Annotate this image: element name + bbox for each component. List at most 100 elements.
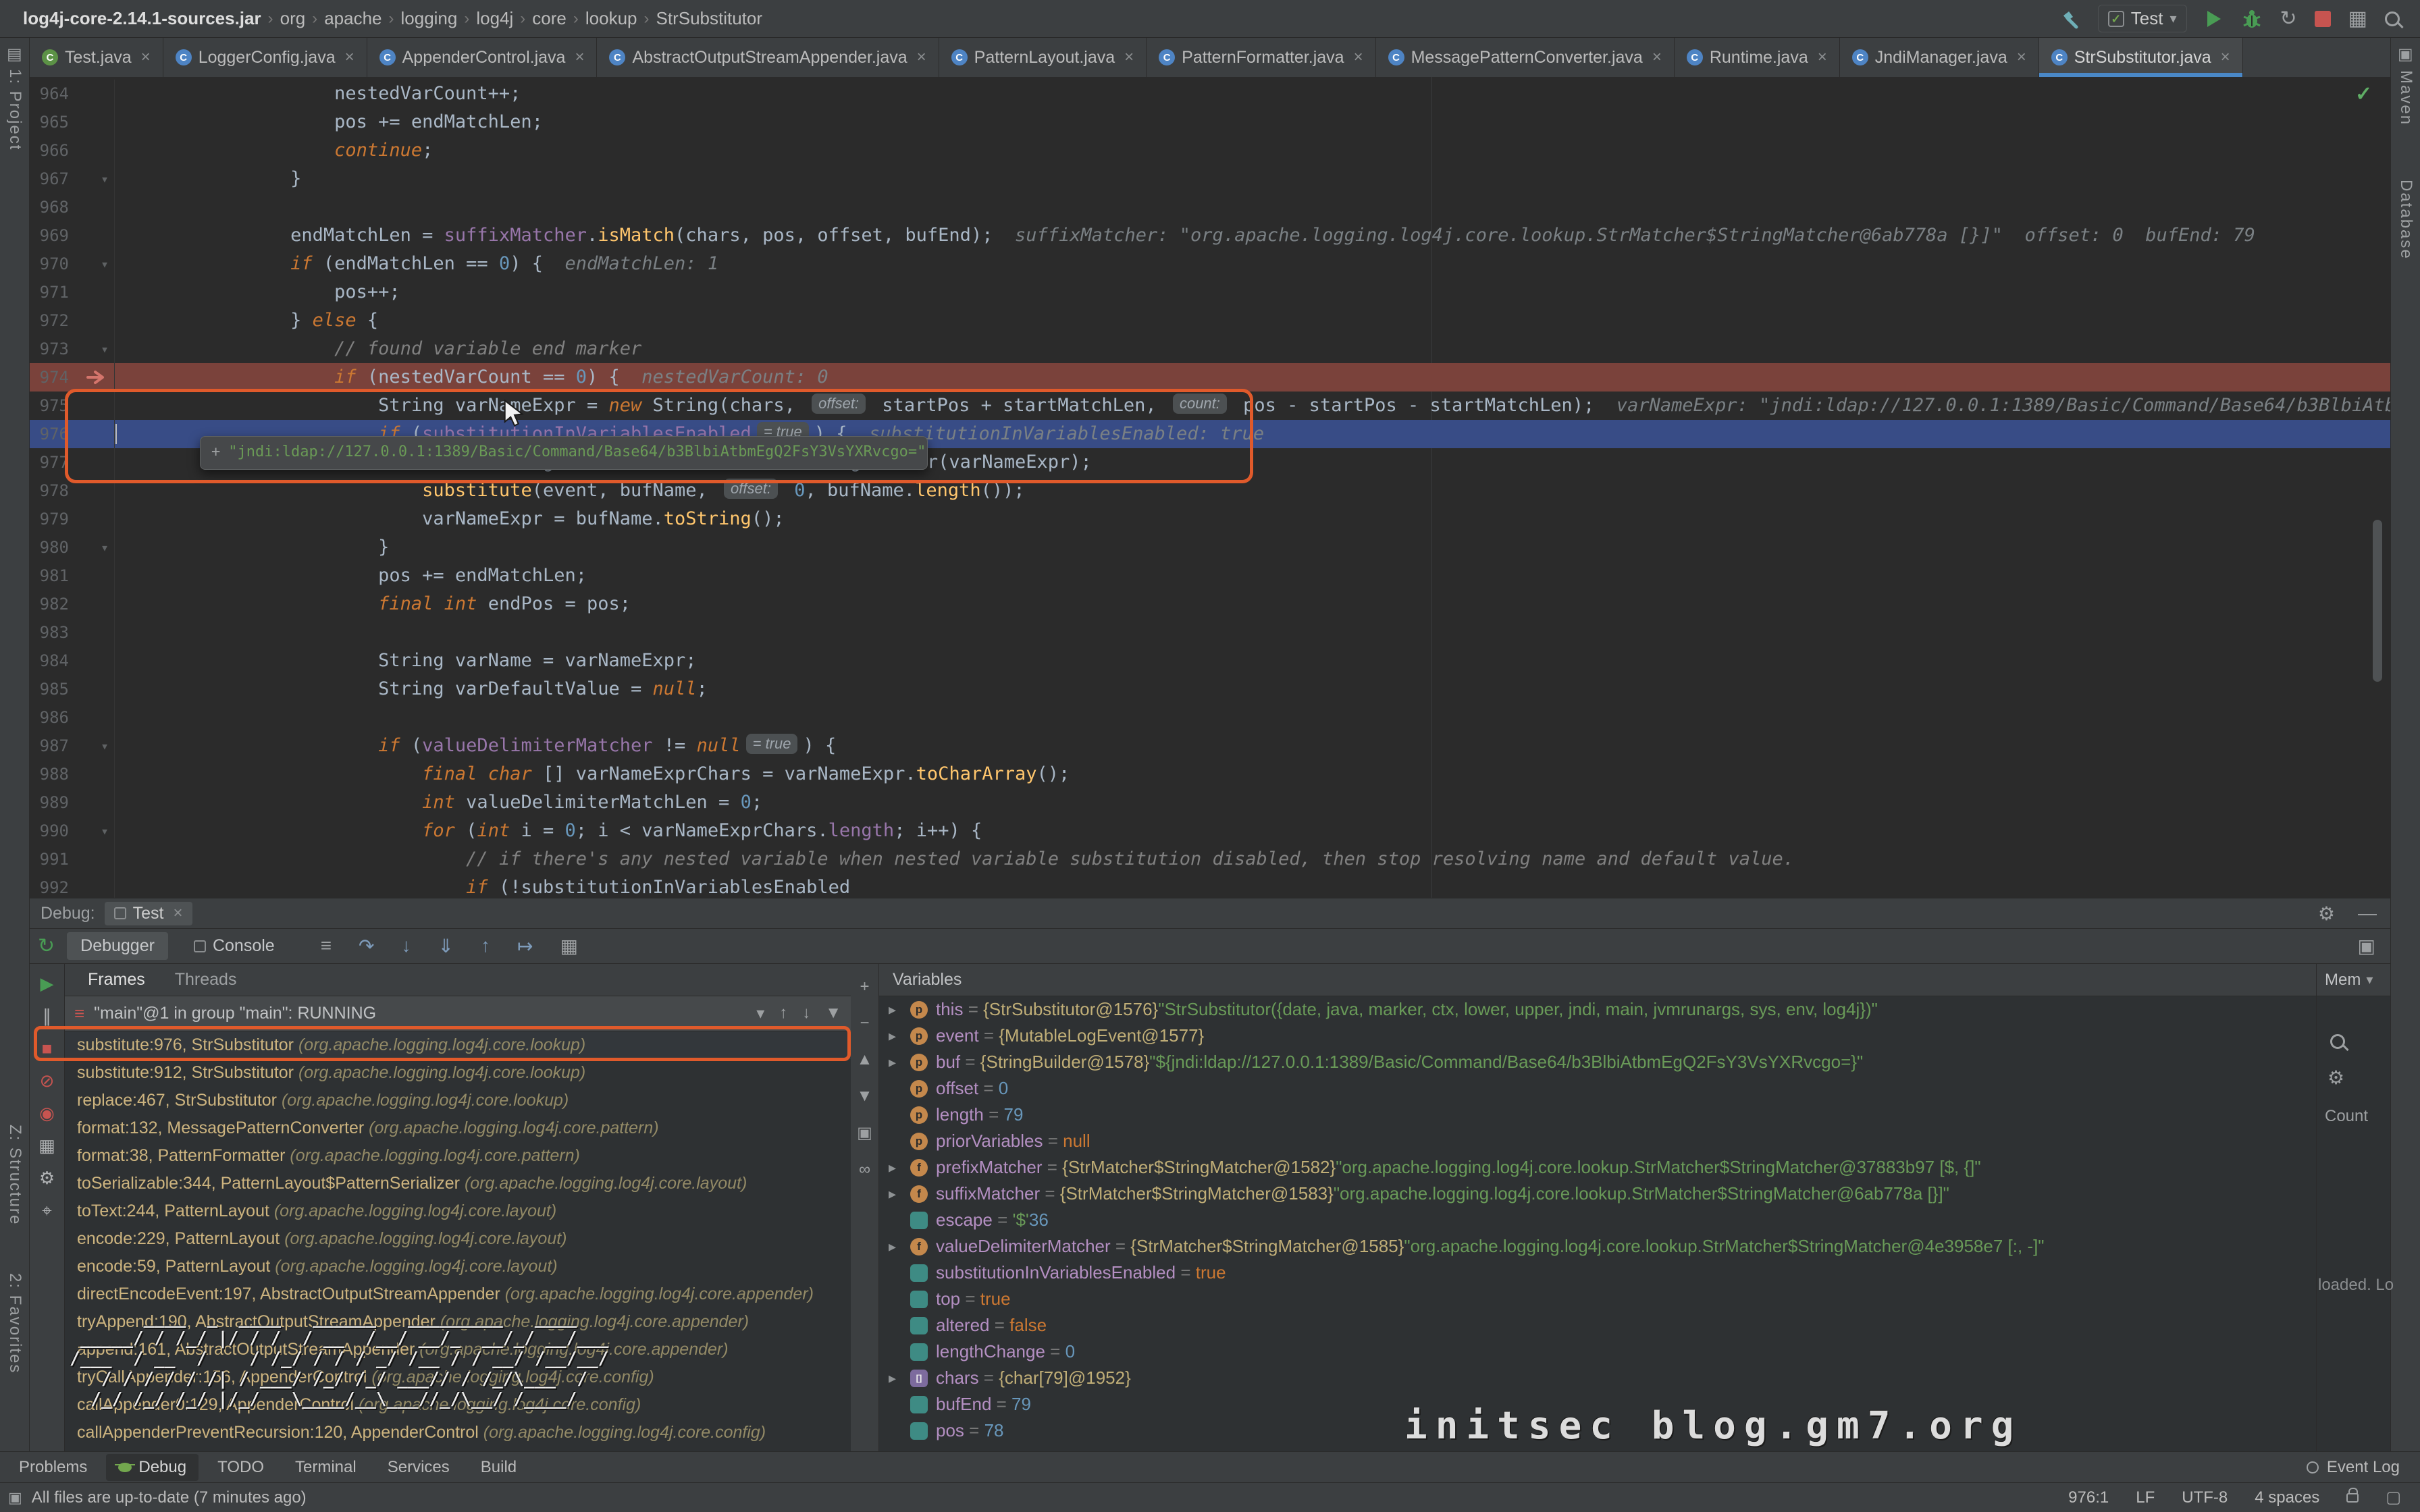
line-number[interactable]: 991 <box>30 845 73 873</box>
step-out-icon[interactable]: ↑ <box>481 935 490 957</box>
gutter[interactable] <box>73 80 115 108</box>
thread-dump-button[interactable]: ▦ <box>38 1137 55 1154</box>
toolwindow-build[interactable]: Build <box>469 1454 529 1481</box>
hide-panel-icon[interactable]: — <box>2358 902 2377 925</box>
editor-tab[interactable]: CPatternLayout.java× <box>939 38 1147 77</box>
variable-row[interactable]: plength = 79 <box>879 1102 2316 1128</box>
variable-row[interactable]: altered = false <box>879 1312 2316 1339</box>
editor-tab[interactable]: CAppenderControl.java× <box>367 38 598 77</box>
expand-chevron-icon[interactable]: ▸ <box>889 1049 909 1075</box>
close-tab-icon[interactable]: × <box>1652 48 1662 67</box>
filter-funnel-icon[interactable]: ▼ <box>825 1004 841 1023</box>
code-line-967[interactable]: 967▾} <box>30 165 2390 193</box>
sidebar-item-project[interactable]: 1: Project <box>5 69 24 151</box>
tab-frames[interactable]: Frames <box>88 970 145 990</box>
stop-button[interactable] <box>2315 11 2331 27</box>
code-line-987[interactable]: 987▾if (valueDelimiterMatcher != null= t… <box>30 732 2390 760</box>
gutter[interactable]: ▾ <box>73 732 115 760</box>
frame-row[interactable]: toSerializable:344, PatternLayout$Patter… <box>65 1170 851 1197</box>
gutter[interactable] <box>73 647 115 675</box>
code-line-969[interactable]: 969endMatchLen = suffixMatcher.isMatch(c… <box>30 221 2390 250</box>
gutter[interactable]: ▾ <box>73 817 115 845</box>
variable-row[interactable]: ▸fvalueDelimiterMatcher = {StrMatcher$St… <box>879 1233 2316 1260</box>
close-tab-icon[interactable]: × <box>345 48 354 67</box>
fold-marker-icon[interactable]: ▾ <box>101 335 109 363</box>
code-line-966[interactable]: 966continue; <box>30 136 2390 165</box>
code-line-964[interactable]: 964nestedVarCount++; <box>30 80 2390 108</box>
step-over-icon[interactable]: ↷ <box>359 935 374 957</box>
frame-row[interactable]: encode:59, PatternLayout (org.apache.log… <box>65 1253 851 1280</box>
caret-position[interactable]: 976:1 <box>2068 1488 2109 1507</box>
line-number[interactable]: 990 <box>30 817 73 845</box>
gutter[interactable] <box>73 562 115 590</box>
code-line-965[interactable]: 965pos += endMatchLen; <box>30 108 2390 136</box>
code-line-973[interactable]: 973▾// found variable end marker <box>30 335 2390 363</box>
gutter[interactable] <box>73 788 115 817</box>
editor-tab[interactable]: CRuntime.java× <box>1675 38 1840 77</box>
tab-threads[interactable]: Threads <box>175 970 237 990</box>
evaluate-expression-icon[interactable]: ▦ <box>560 935 577 957</box>
line-number[interactable]: 965 <box>30 108 73 136</box>
variable-row[interactable]: escape = '$' 36 <box>879 1207 2316 1233</box>
gear-icon[interactable]: ⚙ <box>2327 1066 2344 1089</box>
code-line-971[interactable]: 971pos++; <box>30 278 2390 306</box>
fold-marker-icon[interactable]: ▾ <box>101 250 109 278</box>
variable-row[interactable]: ▸pthis = {StrSubstitutor@1576} "StrSubst… <box>879 996 2316 1023</box>
breadcrumb-item[interactable]: core <box>528 8 571 29</box>
tab-debugger[interactable]: Debugger <box>67 932 168 960</box>
sidebar-item-favorites[interactable]: 2: Favorites <box>5 1273 24 1374</box>
gutter[interactable] <box>73 505 115 533</box>
toolwindow-todo[interactable]: TODO <box>205 1454 276 1481</box>
gutter[interactable] <box>73 108 115 136</box>
line-number[interactable]: 970 <box>30 250 73 278</box>
close-tab-icon[interactable]: × <box>575 48 584 67</box>
line-number[interactable]: 966 <box>30 136 73 165</box>
notifications-icon[interactable]: ▣ <box>2398 45 2413 64</box>
fold-marker-icon[interactable]: ▾ <box>101 165 109 193</box>
code-line-983[interactable]: 983 <box>30 618 2390 647</box>
line-number[interactable]: 980 <box>30 533 73 562</box>
frame-row[interactable]: replace:467, StrSubstitutor (org.apache.… <box>65 1087 851 1114</box>
layout-grid-icon[interactable]: ▦ <box>2348 9 2367 29</box>
gutter[interactable] <box>73 675 115 703</box>
variable-row[interactable]: ▸fprefixMatcher = {StrMatcher$StringMatc… <box>879 1154 2316 1181</box>
gutter[interactable] <box>73 306 115 335</box>
frame-down-icon[interactable]: ↓ <box>802 1004 810 1023</box>
remove-watch-icon[interactable]: − <box>860 1014 869 1033</box>
line-number[interactable]: 978 <box>30 477 73 505</box>
file-encoding[interactable]: UTF-8 <box>2182 1488 2228 1507</box>
gutter[interactable] <box>73 873 115 898</box>
step-into-icon[interactable]: ↓ <box>402 935 411 957</box>
gutter[interactable]: ▾ <box>73 165 115 193</box>
gutter[interactable]: ▾ <box>73 250 115 278</box>
gutter[interactable] <box>73 590 115 618</box>
close-icon[interactable]: × <box>173 904 182 923</box>
frame-row[interactable]: substitute:912, StrSubstitutor (org.apac… <box>65 1059 851 1087</box>
lock-icon[interactable] <box>2346 1493 2359 1503</box>
restore-layout-icon[interactable]: ▣ <box>2358 935 2390 957</box>
code-line-970[interactable]: 970▾if (endMatchLen == 0) { endMatchLen:… <box>30 250 2390 278</box>
variable-row[interactable]: ▸[]chars = {char[79]@1952} <box>879 1365 2316 1391</box>
fold-marker-icon[interactable]: ▾ <box>101 817 109 845</box>
variable-row[interactable]: ▸pbuf = {StringBuilder@1578} "${jndi:lda… <box>879 1049 2316 1075</box>
gutter[interactable] <box>73 363 115 392</box>
code-line-991[interactable]: 991// if there's any nested variable whe… <box>30 845 2390 873</box>
variable-row[interactable]: substitutionInVariablesEnabled = true <box>879 1260 2316 1286</box>
memory-tab-label[interactable]: Mem <box>2325 971 2361 990</box>
close-tab-icon[interactable]: × <box>1354 48 1363 67</box>
project-stripe-icon[interactable]: ▤ <box>7 45 22 64</box>
event-log-button[interactable]: Event Log <box>2307 1458 2420 1477</box>
line-number[interactable]: 974 <box>30 363 73 392</box>
debug-session-tab[interactable]: Test × <box>105 902 192 925</box>
gutter[interactable] <box>73 760 115 788</box>
editor-tab[interactable]: CMessagePatternConverter.java× <box>1376 38 1675 77</box>
copy-stack-icon[interactable]: ▣ <box>857 1123 872 1143</box>
code-line-990[interactable]: 990▾for (int i = 0; i < varNameExprChars… <box>30 817 2390 845</box>
pin-button[interactable]: ⌖ <box>42 1202 52 1219</box>
frame-up-icon[interactable]: ↑ <box>779 1004 787 1023</box>
gutter[interactable] <box>73 278 115 306</box>
editor-tab[interactable]: CStrSubstitutor.java× <box>2039 38 2243 77</box>
variable-row[interactable]: lengthChange = 0 <box>879 1339 2316 1365</box>
expand-chevron-icon[interactable]: ▸ <box>889 996 909 1023</box>
code-line-979[interactable]: 979varNameExpr = bufName.toString(); <box>30 505 2390 533</box>
